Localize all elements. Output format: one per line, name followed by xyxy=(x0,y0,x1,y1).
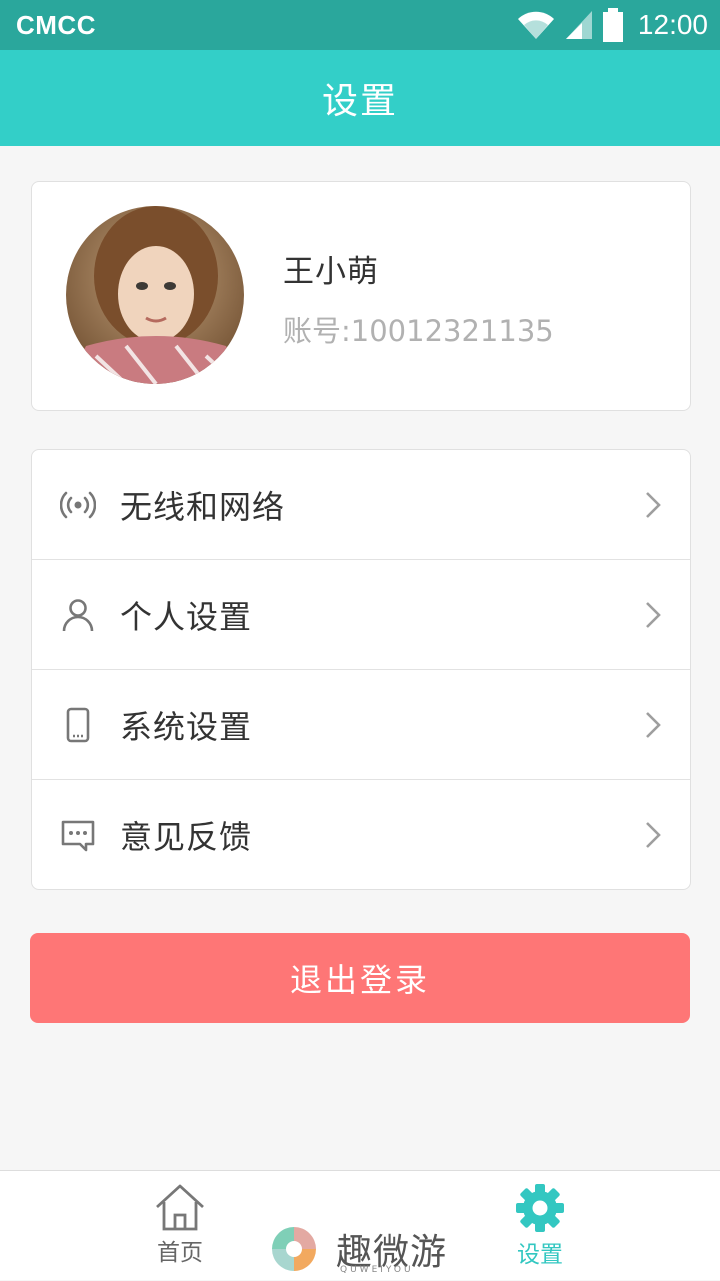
tab-bar: 首页 趣微游 QUWEIYOU 设置 xyxy=(0,1170,720,1280)
menu-item-personal[interactable]: 个人设置 xyxy=(32,560,690,670)
logout-button[interactable]: 退出登录 xyxy=(30,933,690,1023)
menu-item-label: 意见反馈 xyxy=(120,818,253,856)
wifi-icon xyxy=(517,11,554,39)
chat-icon xyxy=(61,820,95,852)
person-icon xyxy=(62,599,94,632)
tab-settings-label: 设置 xyxy=(517,1242,563,1268)
battery-icon xyxy=(602,8,623,42)
status-bar: CMCC 12:00 xyxy=(0,0,720,50)
wireless-icon xyxy=(60,491,96,519)
home-icon xyxy=(156,1184,204,1231)
avatar-image xyxy=(66,206,244,384)
menu-item-label: 个人设置 xyxy=(120,597,253,636)
page-title: 设置 xyxy=(321,81,398,122)
brand-logo-icon xyxy=(272,1227,316,1271)
settings-menu: 无线和网络 个人设置 系统设置 意见反馈 xyxy=(31,449,691,890)
menu-item-feedback[interactable]: 意见反馈 xyxy=(32,780,690,889)
user-account: 账号:10012321135 xyxy=(283,314,554,348)
tab-home-label: 首页 xyxy=(157,1240,203,1266)
profile-card[interactable]: 王小萌 账号:10012321135 xyxy=(31,181,691,411)
chevron-right-icon xyxy=(646,602,661,628)
gear-icon xyxy=(516,1184,564,1232)
clock: 12:00 xyxy=(637,9,708,40)
user-name: 王小萌 xyxy=(283,254,379,290)
signal-icon xyxy=(565,11,592,39)
menu-item-label: 无线和网络 xyxy=(120,487,286,526)
carrier-name: CMCC xyxy=(16,9,96,40)
tab-settings[interactable]: 设置 xyxy=(490,1183,590,1273)
menu-item-label: 系统设置 xyxy=(120,707,253,746)
tab-home[interactable]: 首页 xyxy=(130,1183,230,1273)
status-icons: 12:00 xyxy=(516,8,708,42)
chevron-right-icon xyxy=(646,822,661,848)
menu-item-system[interactable]: 系统设置 xyxy=(32,670,690,780)
app-header: 设置 xyxy=(0,50,720,146)
chevron-right-icon xyxy=(646,492,661,518)
chevron-right-icon xyxy=(646,712,661,738)
phone-icon xyxy=(66,707,90,743)
menu-item-wireless[interactable]: 无线和网络 xyxy=(32,450,690,560)
avatar[interactable] xyxy=(66,206,244,384)
brand-subtitle: QUWEIYOU xyxy=(340,1265,414,1275)
brand-logo: 趣微游 QUWEIYOU xyxy=(266,1221,466,1281)
